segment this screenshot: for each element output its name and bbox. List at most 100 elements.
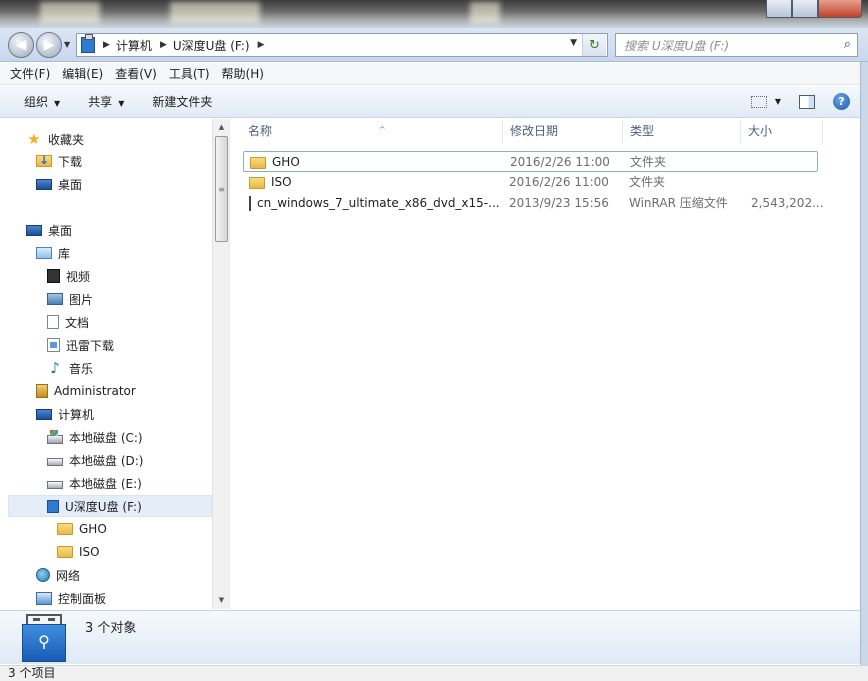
libraries-icon xyxy=(36,247,52,259)
nav-drive-c[interactable]: 本地磁盘 (C:) xyxy=(47,426,143,448)
computer-icon xyxy=(36,408,52,420)
close-button[interactable] xyxy=(818,0,862,18)
nav-network[interactable]: 网络 xyxy=(36,564,80,586)
menu-view[interactable]: 查看(V) xyxy=(115,65,157,82)
nav-favorites[interactable]: ★ 收藏夹 xyxy=(26,128,84,150)
minimize-button[interactable] xyxy=(766,0,792,18)
nav-folder-gho[interactable]: GHO xyxy=(57,518,107,540)
menu-tools[interactable]: 工具(T) xyxy=(169,65,210,82)
table-row[interactable]: ISO 2016/2/26 11:00 文件夹 xyxy=(243,172,818,193)
window-controls xyxy=(766,0,862,18)
nav-label: 图片 xyxy=(69,292,94,307)
network-icon xyxy=(36,568,50,582)
nav-label: 音乐 xyxy=(69,361,94,376)
nav-label: GHO xyxy=(79,522,107,536)
status-bar: 3 个项目 xyxy=(0,665,868,681)
winrar-archive-icon xyxy=(249,196,251,211)
nav-xunlei[interactable]: 迅雷下载 xyxy=(47,334,114,356)
preview-pane-icon[interactable] xyxy=(799,94,815,109)
new-folder-button[interactable]: 新建文件夹 xyxy=(152,93,212,110)
search-input[interactable]: 搜索 U深度U盘 (F:) ⌕ xyxy=(615,33,858,57)
window-titlebar xyxy=(0,0,868,28)
nav-label: 文档 xyxy=(65,315,90,330)
refresh-button[interactable]: ↻ xyxy=(582,34,606,56)
chevron-down-icon[interactable]: ▼ xyxy=(775,97,781,106)
search-icon[interactable]: ⌕ xyxy=(844,37,851,52)
nav-desktop-favorite[interactable]: 桌面 xyxy=(36,173,82,195)
nav-administrator[interactable]: Administrator xyxy=(36,380,136,402)
nav-folder-iso[interactable]: ISO xyxy=(57,541,100,563)
file-name-cell: GHO xyxy=(250,152,500,173)
back-button[interactable]: ◀ xyxy=(8,32,34,58)
titlebar-glow xyxy=(40,2,100,24)
view-options-icon[interactable] xyxy=(750,95,767,108)
command-bar: 组织 ▼ 共享 ▼ 新建文件夹 ▼ ? xyxy=(0,86,868,118)
nav-label: 桌面 xyxy=(58,177,83,192)
nav-computer[interactable]: 计算机 xyxy=(36,403,94,425)
nav-label: 本地磁盘 (E:) xyxy=(69,476,142,491)
column-headers: ^ 名称 修改日期 类型 大小 xyxy=(231,119,860,144)
navigation-scrollbar[interactable]: ▲ ≡ ▼ xyxy=(212,119,229,609)
column-modified[interactable]: 修改日期 xyxy=(503,119,623,144)
details-summary: 3 个对象 xyxy=(85,621,137,636)
titlebar-glow xyxy=(170,2,260,24)
control-panel-icon xyxy=(36,591,52,605)
address-history-dropdown[interactable]: ▼ xyxy=(570,38,577,48)
usb-drive-icon: ⚲ xyxy=(22,614,66,662)
table-row[interactable]: cn_windows_7_ultimate_x86_dvd_x15-... 20… xyxy=(243,193,824,214)
breadcrumb-drive[interactable]: U深度U盘 (F:) xyxy=(173,37,250,54)
hard-drive-icon xyxy=(47,458,63,466)
chevron-right-icon[interactable]: ▶ xyxy=(160,40,167,50)
nav-drive-e[interactable]: 本地磁盘 (E:) xyxy=(47,472,142,494)
nav-label: 控制面板 xyxy=(58,591,107,606)
nav-music[interactable]: ♪ 音乐 xyxy=(47,357,93,379)
file-modified: 2016/2/26 11:00 xyxy=(509,175,609,189)
folder-icon xyxy=(57,546,73,558)
column-label: 修改日期 xyxy=(510,124,559,138)
maximize-button[interactable] xyxy=(792,0,818,18)
help-icon[interactable]: ? xyxy=(833,93,850,110)
scrollbar-thumb[interactable]: ≡ xyxy=(215,136,228,242)
share-button[interactable]: 共享 ▼ xyxy=(88,93,124,110)
recent-pages-dropdown[interactable]: ▼ xyxy=(64,40,70,49)
menu-file[interactable]: 文件(F) xyxy=(10,65,50,82)
column-type[interactable]: 类型 xyxy=(623,119,741,144)
toolbar-right: ▼ ? xyxy=(750,93,850,110)
chevron-right-icon[interactable]: ▶ xyxy=(103,40,110,50)
menu-help[interactable]: 帮助(H) xyxy=(222,65,264,82)
breadcrumb-computer[interactable]: 计算机 xyxy=(116,37,152,54)
nav-desktop[interactable]: 桌面 xyxy=(26,219,72,241)
usb-drive-icon xyxy=(47,499,59,513)
scroll-up-icon[interactable]: ▲ xyxy=(213,119,230,136)
forward-button[interactable]: ▶ xyxy=(36,32,62,58)
usb-drive-icon xyxy=(81,34,95,53)
nav-videos[interactable]: 视频 xyxy=(47,265,90,287)
nav-documents[interactable]: 文档 xyxy=(47,311,89,333)
document-icon xyxy=(47,315,59,329)
address-bar[interactable]: ▶ 计算机 ▶ U深度U盘 (F:) ▶ ▼ ↻ xyxy=(76,33,608,57)
details-pane: ⚲ 3 个对象 xyxy=(0,610,860,664)
nav-drive-f[interactable]: U深度U盘 (F:) xyxy=(8,495,212,517)
nav-label: 本地磁盘 (C:) xyxy=(69,430,143,445)
file-list: ^ 名称 修改日期 类型 大小 GHO 2016/2/26 11:00 文件夹 … xyxy=(231,119,860,609)
forward-arrow-icon: ▶ xyxy=(43,37,55,53)
nav-control-panel[interactable]: 控制面板 xyxy=(36,587,106,609)
column-size[interactable]: 大小 xyxy=(741,119,823,144)
nav-label: U深度U盘 (F:) xyxy=(65,499,142,514)
nav-libraries[interactable]: 库 xyxy=(36,242,70,264)
column-name[interactable]: ^ 名称 xyxy=(241,119,503,144)
picture-icon xyxy=(47,293,63,305)
nav-label: 库 xyxy=(58,246,71,261)
file-type: 文件夹 xyxy=(629,175,666,189)
file-size: 2,543,202... xyxy=(751,196,824,210)
table-row[interactable]: GHO 2016/2/26 11:00 文件夹 xyxy=(243,151,818,172)
navigation-tree: ★ 收藏夹 下载 桌面 桌面 库 视频 图片 文档 迅雷下载 ♪ 音乐 Admini… xyxy=(0,119,212,609)
nav-downloads[interactable]: 下载 xyxy=(36,150,82,172)
menu-edit[interactable]: 编辑(E) xyxy=(62,65,103,82)
nav-label: 网络 xyxy=(56,568,81,583)
chevron-right-icon[interactable]: ▶ xyxy=(258,40,265,50)
nav-pictures[interactable]: 图片 xyxy=(47,288,93,310)
organize-button[interactable]: 组织 ▼ xyxy=(24,93,60,110)
nav-drive-d[interactable]: 本地磁盘 (D:) xyxy=(47,449,143,471)
scroll-down-icon[interactable]: ▼ xyxy=(213,592,230,609)
